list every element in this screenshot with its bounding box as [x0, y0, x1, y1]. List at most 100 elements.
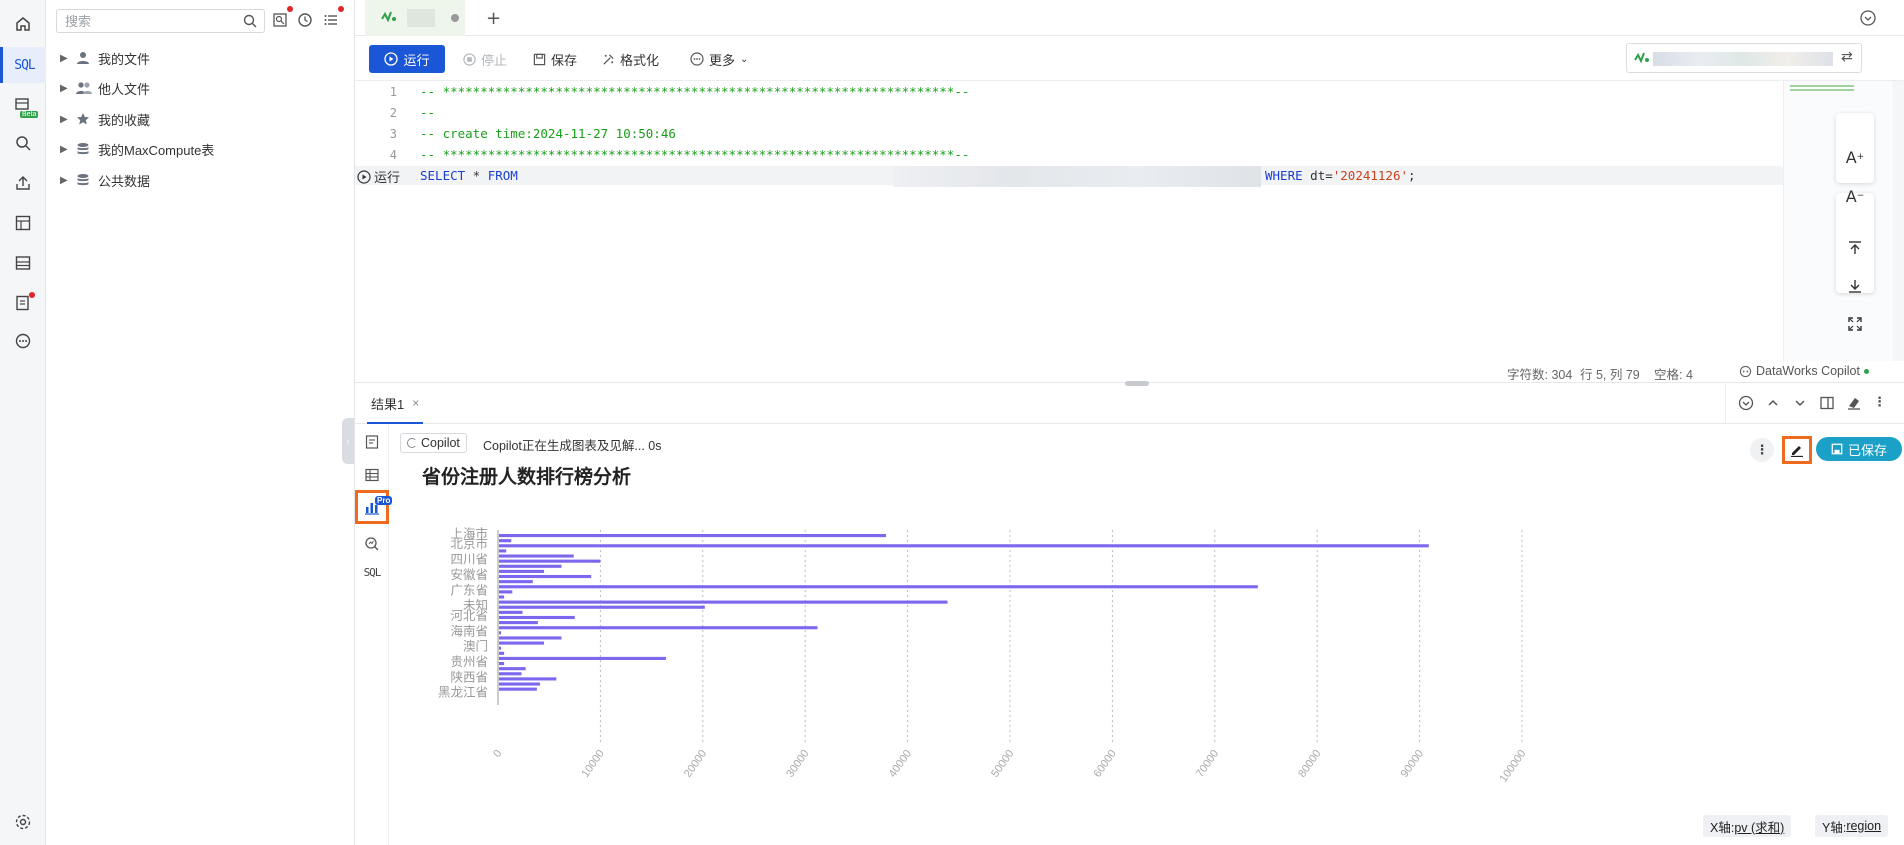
x-axis-field-tag[interactable]: X轴: pv (求和) [1703, 815, 1792, 837]
left-rail: SQL Beta [0, 0, 46, 845]
y-axis-field-tag[interactable]: Y轴: region [1815, 815, 1889, 837]
stop-button[interactable]: 停止 [463, 45, 507, 73]
log-view-icon[interactable] [355, 428, 389, 456]
tree-item-favorites[interactable]: ▶ 我的收藏 [60, 108, 150, 130]
y-tick-label: 广东省 [450, 582, 488, 597]
table-name-redacted [893, 166, 1261, 187]
bar [499, 667, 526, 671]
expand-icon[interactable] [1836, 306, 1874, 342]
table-icon[interactable] [0, 246, 46, 280]
collapse-panel-handle[interactable]: ‹ [342, 418, 354, 464]
editor-status-bar: 字符数: 304 行 5, 列 79 空格: 4 DataWorks Copil… [355, 361, 1904, 383]
edit-chart-button[interactable] [1782, 436, 1812, 464]
code-line: -- [420, 105, 436, 120]
sql-view-tab[interactable]: SQL [355, 558, 389, 586]
tree-item-my-files[interactable]: ▶ 我的文件 [60, 47, 150, 69]
tree-item-public-data[interactable]: ▶ 公共数据 [60, 169, 150, 191]
x-tick-label: 90000 [1399, 748, 1426, 780]
run-button[interactable]: 运行 [369, 45, 445, 73]
inline-run-button[interactable]: 运行 [357, 167, 400, 186]
close-icon[interactable]: × [412, 396, 419, 410]
workbook-icon[interactable]: Beta [0, 88, 46, 122]
more-icon[interactable] [0, 324, 46, 358]
list-icon[interactable] [323, 6, 344, 31]
scroll-top-icon[interactable] [1836, 230, 1874, 266]
user-icon [76, 51, 98, 65]
bar [499, 559, 601, 563]
save-button[interactable]: 保存 [533, 45, 577, 73]
line-number: 4 [389, 148, 397, 162]
y-tick-label: 贵州省 [450, 654, 488, 669]
settings-icon[interactable] [0, 805, 46, 839]
bar [499, 646, 502, 650]
more-vertical-icon[interactable]: ⋮ [1873, 394, 1886, 410]
add-tab-icon[interactable]: + [486, 8, 501, 29]
bar [499, 656, 666, 660]
tree-item-maxcompute-tables[interactable]: ▶ 我的MaxCompute表 [60, 138, 214, 160]
tree-item-label: 我的文件 [98, 51, 151, 67]
insight-view-icon[interactable] [355, 530, 389, 558]
stop-button-label: 停止 [481, 52, 508, 68]
copilot-status[interactable]: DataWorks Copilot [1739, 364, 1869, 378]
bar [499, 682, 540, 686]
more-vertical-icon[interactable]: ⋮ [1750, 438, 1774, 462]
home-icon[interactable] [0, 7, 46, 41]
sql-file-tab[interactable] [365, 0, 465, 36]
datasource-name-redacted [1653, 52, 1833, 66]
sql-nav[interactable]: SQL [0, 47, 46, 83]
saved-button[interactable]: 已保存 [1816, 437, 1902, 461]
minimap-line [1790, 85, 1854, 87]
bar-chart: 0 10000 20000 30000 40000 50000 60000 70000 8000… [438, 526, 1528, 785]
more-button[interactable]: 更多 ⌄ [690, 45, 748, 73]
history-icon[interactable] [297, 12, 313, 31]
tree-item-others-files[interactable]: ▶ 他人文件 [60, 77, 150, 99]
unsaved-dot[interactable] [451, 14, 459, 22]
search-icon[interactable] [242, 13, 258, 32]
x-tick-label: 0 [491, 748, 504, 760]
format-button[interactable]: 格式化 [602, 45, 659, 73]
chevron-up-icon[interactable] [1765, 395, 1781, 414]
chevron-down-icon[interactable] [1792, 395, 1808, 414]
saved-button-label: 已保存 [1847, 442, 1887, 458]
chevron-right-icon: ▶ [60, 174, 68, 186]
scrollbar[interactable] [1892, 81, 1904, 361]
font-increase-icon[interactable]: A + [1836, 139, 1874, 175]
table-view-icon[interactable] [355, 461, 389, 489]
chevron-right-icon: ▶ [60, 113, 68, 125]
format-button-label: 格式化 [620, 52, 660, 68]
search-data-icon[interactable] [0, 126, 46, 160]
code-line: -- *************************************… [420, 84, 970, 99]
font-decrease-icon[interactable]: A − [1836, 178, 1874, 214]
filter-icon[interactable] [272, 6, 293, 31]
bar [499, 615, 575, 620]
copilot-button[interactable]: Copilot [400, 433, 467, 453]
upload-icon[interactable] [0, 166, 46, 200]
switch-icon[interactable]: ⇄ [1841, 49, 1853, 65]
search-input[interactable] [56, 9, 265, 33]
tab-result-1[interactable]: 结果1 × [367, 384, 424, 424]
beta-badge: Beta [20, 111, 39, 118]
code-editor[interactable]: 1 -- ***********************************… [355, 81, 1904, 361]
format-icon [603, 53, 614, 65]
copilot-status-text: Copilot正在生成图表及见解... 0s [483, 439, 662, 453]
play-circle-icon [384, 52, 399, 66]
collapse-circle-icon[interactable] [1738, 395, 1754, 414]
datasource-icon [1634, 51, 1650, 68]
line-number: 3 [389, 127, 397, 141]
sql-keyword: FROM [487, 168, 518, 183]
task-icon[interactable] [0, 286, 46, 320]
database-icon [76, 142, 98, 156]
sql-token: * [465, 168, 488, 183]
chart-view-icon[interactable]: Pro [355, 490, 393, 524]
split-view-icon[interactable] [1819, 395, 1835, 414]
layout-icon[interactable] [0, 206, 46, 240]
scroll-bottom-icon[interactable] [1836, 268, 1874, 304]
indent-spaces: 空格: 4 [1654, 368, 1693, 382]
bar [499, 672, 522, 676]
sql-nav-label: SQL [14, 57, 36, 73]
eraser-icon[interactable] [1846, 395, 1862, 414]
chevron-down-circle-icon[interactable] [1859, 9, 1877, 30]
tree-item-label: 我的收藏 [98, 112, 151, 128]
datasource-selector[interactable]: ⇄ [1626, 43, 1862, 73]
bar [499, 621, 538, 625]
